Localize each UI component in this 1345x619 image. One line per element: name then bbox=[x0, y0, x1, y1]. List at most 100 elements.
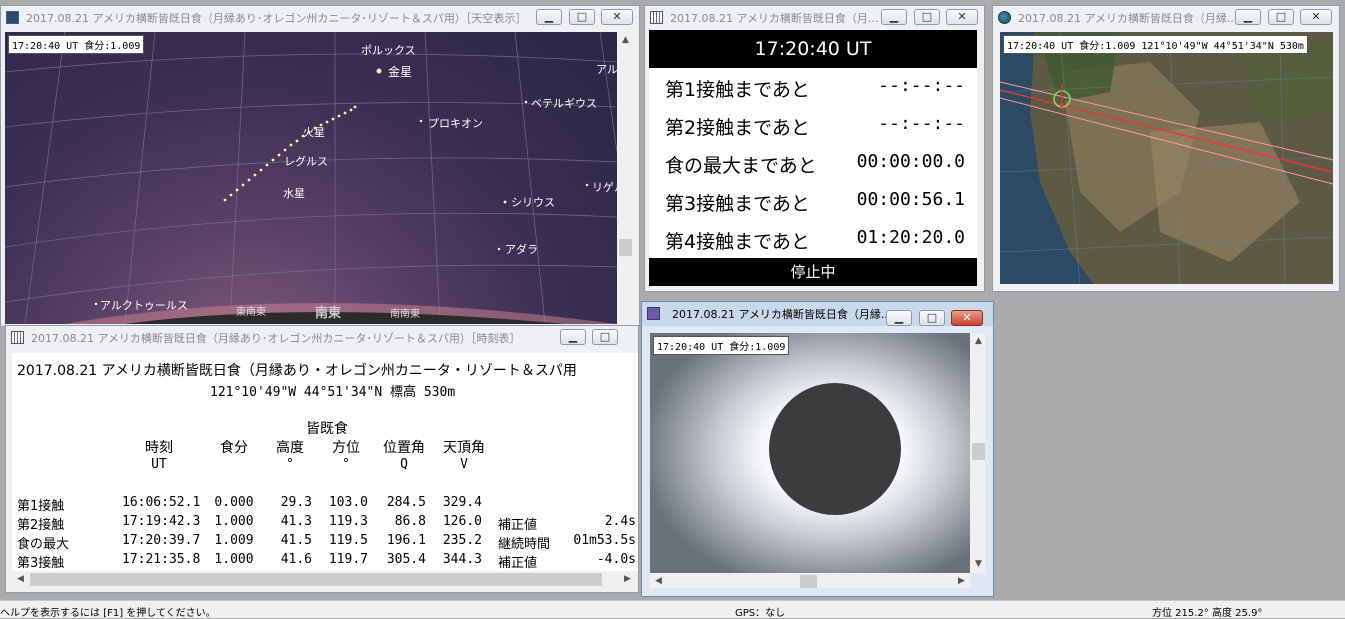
timetable-content: 2017.08.21 アメリカ横断皆既日食（月縁あり・オレゴン州カニータ・リゾー… bbox=[12, 353, 638, 588]
sky-canvas[interactable]: 17:20:40 UT 食分:1.009 ポルックス 金星 アル ベテルギウス … bbox=[5, 32, 625, 324]
countdown-row-label: 第4接触まであと bbox=[665, 231, 810, 253]
maximize-icon: □ bbox=[926, 311, 938, 324]
countdown-title: 2017.08.21 アメリカ横断皆既日食（月... bbox=[670, 12, 879, 25]
map-title: 2017.08.21 アメリカ横断皆既日食（月縁... bbox=[1018, 12, 1238, 25]
sky-view-client[interactable]: 17:20:40 UT 食分:1.009 ポルックス 金星 アル ベテルギウス … bbox=[5, 32, 635, 326]
star-label-arcturus: アルクトゥールス bbox=[100, 299, 188, 312]
col-unit: UT bbox=[151, 457, 167, 472]
star-label-procyon: プロキオン bbox=[428, 117, 483, 130]
table-cell-alt: 29.3 bbox=[280, 495, 312, 510]
globe-icon bbox=[998, 11, 1011, 24]
scroll-right-icon[interactable]: ▶ bbox=[619, 571, 636, 588]
scroll-up-icon[interactable]: ▲ bbox=[970, 333, 985, 350]
table-cell-name: 第3接触 bbox=[17, 556, 65, 571]
close-button[interactable]: ✕ bbox=[601, 9, 633, 25]
timetable-client[interactable]: 2017.08.21 アメリカ横断皆既日食（月縁あり・オレゴン州カニータ・リゾー… bbox=[12, 353, 638, 588]
maximize-button[interactable]: □ bbox=[1268, 9, 1294, 25]
corona-horizontal-scrollbar[interactable]: ◀ ▶ bbox=[650, 573, 970, 588]
minimize-button[interactable]: ▁ bbox=[881, 9, 907, 25]
scroll-thumb[interactable] bbox=[30, 573, 602, 586]
corona-client[interactable]: 17:20:40 UT 食分:1.009 ▲ ▼ ◀ ▶ bbox=[650, 333, 985, 588]
corona-title: 2017.08.21 アメリカ横断皆既日食（月縁... bbox=[672, 308, 892, 321]
direction-ese: 東南東 bbox=[236, 307, 266, 318]
sky-view-window[interactable]: 2017.08.21 アメリカ横断皆既日食（月縁あり･オレゴン州カニータ･リゾー… bbox=[0, 5, 640, 327]
sky-vertical-scrollbar[interactable]: ▲ bbox=[617, 32, 634, 324]
maximize-button[interactable]: □ bbox=[569, 9, 595, 25]
timetable-window[interactable]: 2017.08.21 アメリカ横断皆既日食（月縁あり･オレゴン州カニータ･リゾー… bbox=[5, 325, 639, 593]
table-cell-mag: 1.000 bbox=[214, 552, 254, 567]
maximize-icon: □ bbox=[1275, 10, 1287, 23]
countdown-window[interactable]: 2017.08.21 アメリカ横断皆既日食（月... ▁ □ ✕ 17:20:4… bbox=[644, 5, 985, 292]
timetable-app-icon bbox=[11, 331, 24, 344]
table-cell-pa: 305.4 bbox=[386, 552, 426, 567]
table-cell-za: 235.2 bbox=[442, 533, 482, 548]
table-cell-az: 119.5 bbox=[328, 533, 368, 548]
table-cell-name: 第1接触 bbox=[17, 499, 65, 514]
scroll-left-icon[interactable]: ◀ bbox=[650, 573, 667, 588]
minimize-button[interactable]: ▁ bbox=[560, 329, 586, 345]
satellite-map[interactable] bbox=[1000, 32, 1333, 284]
countdown-row: 第1接触まであと --:--:-- bbox=[649, 68, 977, 106]
countdown-titlebar[interactable]: 2017.08.21 アメリカ横断皆既日食（月... ▁ □ ✕ bbox=[645, 6, 984, 30]
photo-icon bbox=[647, 307, 660, 320]
timetable-location: 121°10'49"W 44°51'34"N 標高 530m bbox=[210, 385, 456, 400]
scroll-up-icon[interactable]: ▲ bbox=[617, 32, 634, 49]
scroll-down-icon[interactable]: ▼ bbox=[970, 556, 985, 573]
table-cell-alt: 41.6 bbox=[280, 552, 312, 567]
minimize-button[interactable]: ▁ bbox=[1235, 9, 1261, 25]
col-header: 高度 bbox=[276, 440, 304, 456]
table-cell-name: 食の最大 bbox=[17, 537, 70, 552]
map-window[interactable]: 2017.08.21 アメリカ横断皆既日食（月縁... ▁ □ ✕ 17:20:… bbox=[992, 5, 1340, 292]
map-client[interactable]: 17:20:40 UT 食分:1.009 121°10'49"W 44°51'3… bbox=[1000, 32, 1333, 284]
corona-window[interactable]: 2017.08.21 アメリカ横断皆既日食（月縁... ▁ □ ✕ 17:20:… bbox=[641, 301, 994, 597]
countdown-row-label: 食の最大まであと bbox=[665, 155, 817, 177]
minimize-button[interactable]: ▁ bbox=[886, 310, 912, 326]
close-button[interactable]: ✕ bbox=[951, 310, 983, 326]
minimize-button[interactable]: ▁ bbox=[536, 9, 562, 25]
table-cell-time: 17:20:39.7 bbox=[122, 533, 201, 548]
scroll-right-icon[interactable]: ▶ bbox=[953, 573, 970, 588]
table-cell-note: 継続時間 bbox=[498, 537, 551, 552]
close-icon: ✕ bbox=[962, 311, 972, 324]
maximize-icon: □ bbox=[599, 330, 611, 343]
scroll-left-icon[interactable]: ◀ bbox=[12, 571, 29, 588]
close-icon: ✕ bbox=[1311, 10, 1321, 23]
map-titlebar[interactable]: 2017.08.21 アメリカ横断皆既日食（月縁... ▁ □ ✕ bbox=[993, 6, 1339, 30]
table-cell-alt: 41.5 bbox=[280, 533, 312, 548]
table-cell-time: 16:06:52.1 bbox=[122, 495, 201, 510]
maximize-button[interactable]: □ bbox=[919, 310, 945, 326]
sky-timestamp: 17:20:40 UT 食分:1.009 bbox=[8, 35, 145, 54]
corona-vertical-scrollbar[interactable]: ▲ ▼ bbox=[970, 333, 985, 573]
scroll-thumb[interactable] bbox=[972, 443, 985, 460]
col-header: 天頂角 bbox=[443, 440, 485, 456]
countdown-client: 17:20:40 UT 第1接触まであと --:--:-- 第2接触まであと -… bbox=[649, 30, 977, 286]
maximize-button[interactable]: □ bbox=[914, 9, 940, 25]
minimize-icon: ▁ bbox=[568, 330, 578, 343]
maximize-icon: □ bbox=[921, 10, 933, 23]
timetable-horizontal-scrollbar[interactable]: ◀ ▶ bbox=[12, 571, 638, 588]
corona-titlebar[interactable]: 2017.08.21 アメリカ横断皆既日食（月縁... ▁ □ ✕ bbox=[642, 302, 993, 326]
sky-app-icon bbox=[6, 11, 19, 24]
timetable-titlebar[interactable]: 2017.08.21 アメリカ横断皆既日食（月縁あり･オレゴン州カニータ･リゾー… bbox=[6, 326, 638, 350]
moon-disk bbox=[769, 383, 901, 515]
table-cell-za: 344.3 bbox=[442, 552, 482, 567]
star-label-adhara: アダラ bbox=[505, 243, 538, 256]
col-header: 食分 bbox=[220, 440, 248, 456]
timetable-heading: 2017.08.21 アメリカ横断皆既日食（月縁あり・オレゴン州カニータ・リゾー… bbox=[17, 363, 577, 379]
close-button[interactable]: ✕ bbox=[946, 9, 978, 25]
scroll-thumb[interactable] bbox=[800, 575, 817, 588]
sky-view-titlebar[interactable]: 2017.08.21 アメリカ横断皆既日食（月縁あり･オレゴン州カニータ･リゾー… bbox=[1, 6, 639, 30]
close-button[interactable]: ✕ bbox=[1300, 9, 1332, 25]
countdown-row-label: 第1接触まであと bbox=[665, 79, 810, 101]
maximize-button[interactable]: □ bbox=[592, 329, 618, 345]
planet-label-mercury: 水星 bbox=[283, 187, 305, 200]
direction-se: 南東 bbox=[315, 306, 342, 321]
table-cell-za: 126.0 bbox=[442, 514, 482, 529]
countdown-row: 第3接触まであと 00:00:56.1 bbox=[649, 182, 977, 220]
scroll-thumb[interactable] bbox=[619, 239, 632, 256]
col-header: 位置角 bbox=[383, 440, 425, 456]
table-cell-mag: 0.000 bbox=[214, 495, 254, 510]
table-cell-alt: 41.3 bbox=[280, 514, 312, 529]
minimize-icon: ▁ bbox=[1243, 10, 1253, 23]
star-label-alu: アル bbox=[596, 63, 618, 76]
